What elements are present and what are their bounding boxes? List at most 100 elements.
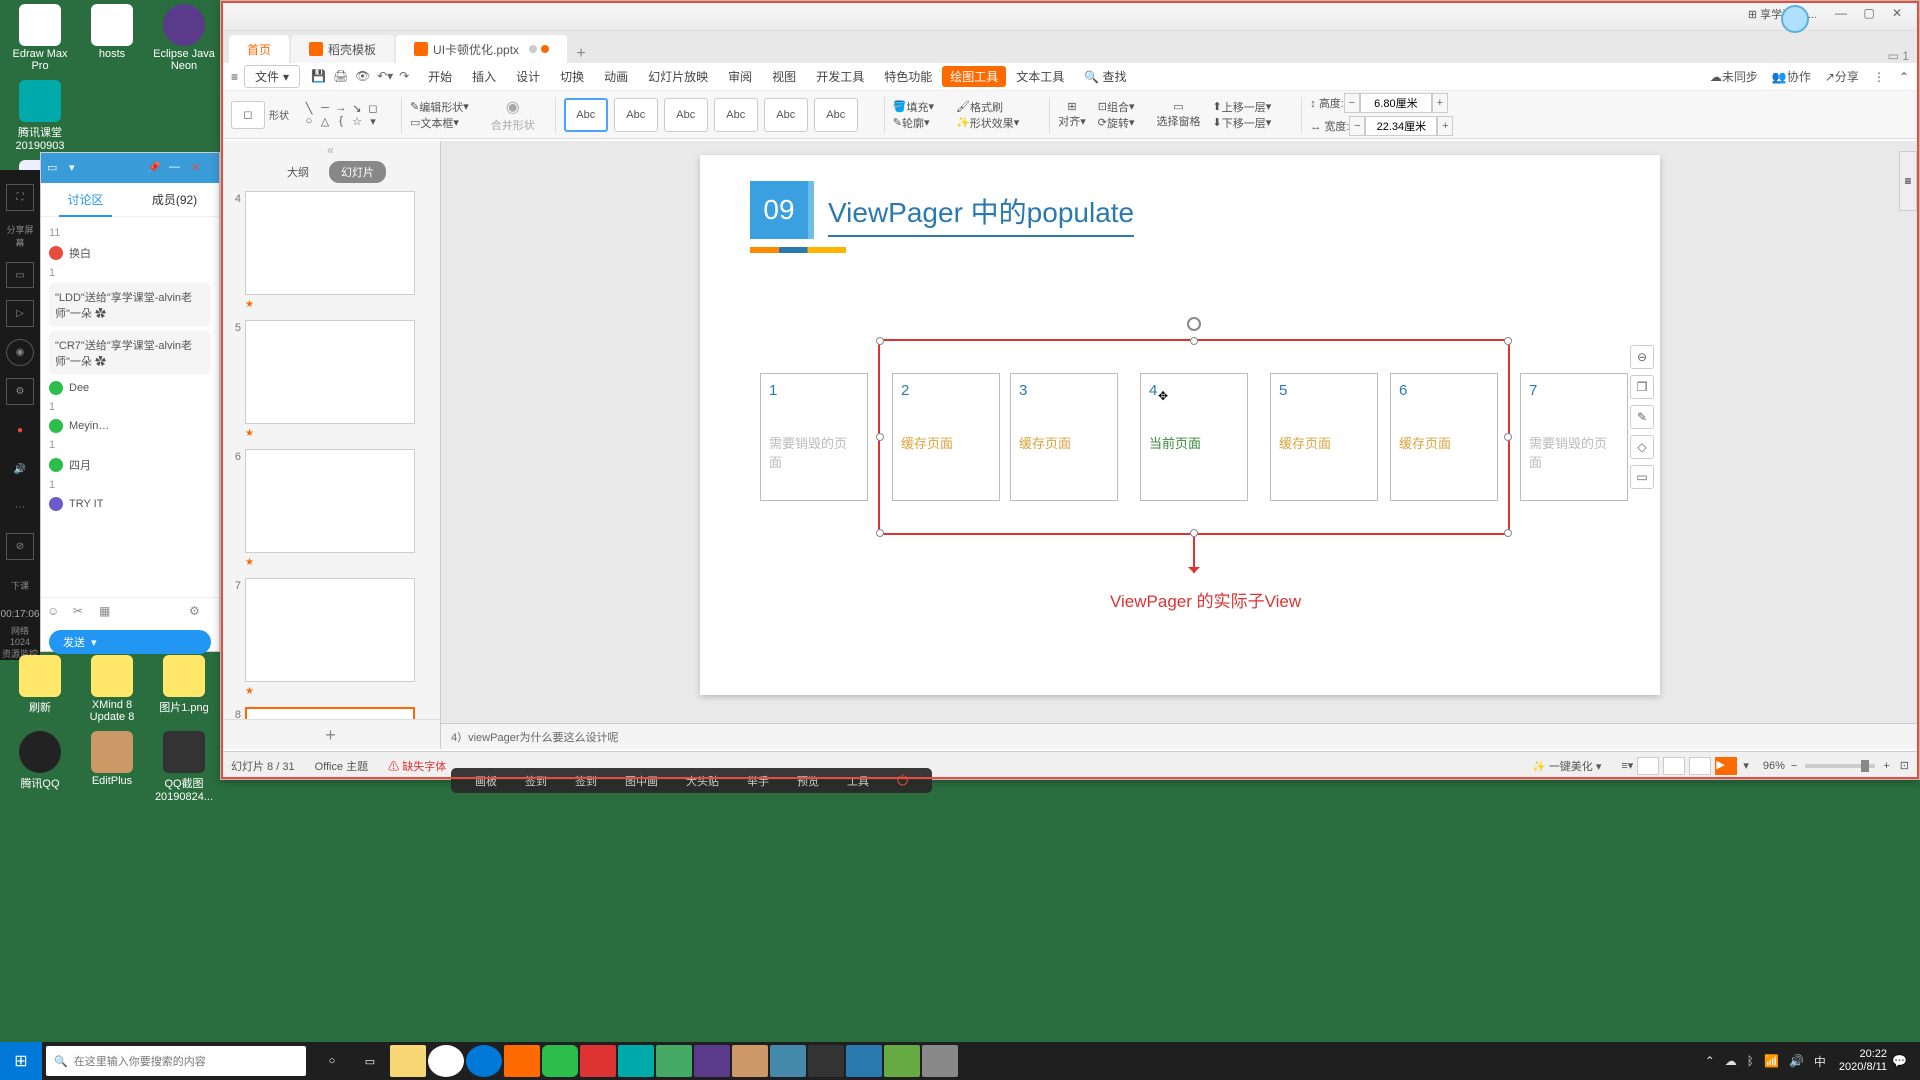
menu-review[interactable]: 审阅 xyxy=(718,68,762,85)
beautify-button[interactable]: ✨ 一键美化 ▾ xyxy=(1532,758,1601,774)
ppt-icon[interactable]: ▭ xyxy=(6,262,34,289)
tab-slides[interactable]: 幻灯片 xyxy=(329,161,386,183)
zoom-in-icon[interactable]: + xyxy=(1883,760,1889,772)
task-app1-icon[interactable] xyxy=(580,1045,616,1077)
task-taskview-icon[interactable]: ▭ xyxy=(352,1045,388,1077)
menu-view[interactable]: 视图 xyxy=(762,68,806,85)
task-app5-icon[interactable] xyxy=(808,1045,844,1077)
resize-handle[interactable] xyxy=(876,337,884,345)
desktop-icon-editplus[interactable]: EditPlus xyxy=(76,731,148,803)
save-icon[interactable]: 💾 xyxy=(311,69,327,85)
missing-font-warning[interactable]: ⚠ 缺失字体 xyxy=(388,758,446,774)
desktop-icon-xmind[interactable]: XMind 8Update 8 xyxy=(76,655,148,723)
thumbnails[interactable]: 4★ 5★ 6★ 7★ 8 9 xyxy=(221,185,440,719)
chat-body[interactable]: 11 换白 1 "LDD"送给"享学课堂-alvin老师"一朵 ✿ "CR7"送… xyxy=(41,217,219,597)
share-button[interactable]: ↗ 分享 xyxy=(1825,68,1859,85)
ftb-sign[interactable]: 签到 xyxy=(511,773,561,789)
tray-cloud-icon[interactable]: ☁ xyxy=(1725,1054,1737,1068)
send-backward-button[interactable]: ⬇ 下移一层 ▾ xyxy=(1213,115,1272,131)
thumb-4[interactable] xyxy=(245,191,415,295)
tab-home[interactable]: 首页 xyxy=(229,35,289,63)
page-card-6[interactable]: 6缓存页面 xyxy=(1390,373,1498,501)
style-preset-6[interactable]: Abc xyxy=(814,98,858,132)
selpane-icon[interactable]: ▭ xyxy=(1173,100,1183,113)
mic-icon[interactable]: ● xyxy=(6,417,34,444)
desktop-icon-tencent[interactable]: 腾讯课堂 20190903 xyxy=(4,76,76,156)
minimize-icon[interactable]: — xyxy=(169,161,183,175)
emoji-icon[interactable]: ☺ xyxy=(47,604,63,620)
thumb-8[interactable] xyxy=(245,707,415,719)
desktop-icon-refresh[interactable]: 刷新 xyxy=(4,655,76,723)
tab-outline[interactable]: 大纲 xyxy=(275,161,321,183)
style-preset-4[interactable]: Abc xyxy=(714,98,758,132)
desktop-icon-png[interactable]: 图片1.png xyxy=(148,655,220,723)
add-slide-button[interactable]: + xyxy=(221,719,440,749)
ftb-pic[interactable]: 图中画 xyxy=(611,773,672,789)
zoom-out-icon[interactable]: − xyxy=(1791,760,1797,772)
thumb-5[interactable] xyxy=(245,320,415,424)
slide-canvas[interactable]: 09 ViewPager 中的populate 1需要销毁的页面 xyxy=(700,155,1660,695)
task-app6-icon[interactable] xyxy=(846,1045,882,1077)
tab-template[interactable]: 稻壳模板 xyxy=(291,35,394,63)
format-painter-button[interactable]: 🖌 格式刷 xyxy=(956,99,1003,115)
task-app3-icon[interactable] xyxy=(732,1045,768,1077)
menu-text[interactable]: 文本工具 xyxy=(1006,68,1074,85)
rotate-button[interactable]: ⟳ 旋转 ▾ xyxy=(1098,115,1135,131)
desktop-icon-qq[interactable]: 腾讯QQ xyxy=(4,731,76,803)
height-dec[interactable]: − xyxy=(1344,93,1360,113)
menu-more-icon[interactable]: ⋮ xyxy=(1873,70,1885,84)
close-button[interactable]: ✕ xyxy=(1883,6,1911,26)
menu-file[interactable]: 文件 ▾ xyxy=(244,65,300,88)
menu-find[interactable]: 🔍 查找 xyxy=(1074,68,1136,85)
textbox-button[interactable]: ▭ 文本框 ▾ xyxy=(410,115,459,131)
page-card-7[interactable]: 7需要销毁的页面 xyxy=(1520,373,1628,501)
gear-icon[interactable]: ⚙ xyxy=(189,604,205,620)
menu-trans[interactable]: 切换 xyxy=(550,68,594,85)
desktop-icon-edraw[interactable]: Edraw Max Pro xyxy=(4,0,76,76)
layers-tool-icon[interactable]: ❐ xyxy=(1630,375,1654,399)
caption-text[interactable]: ViewPager 的实际子View xyxy=(1110,587,1301,612)
add-tab-button[interactable]: + xyxy=(569,45,593,63)
thumb-6[interactable] xyxy=(245,449,415,553)
resize-handle[interactable] xyxy=(1504,337,1512,345)
sync-status[interactable]: ☁ 未同步 xyxy=(1710,68,1758,85)
tray-wifi-icon[interactable]: 📶 xyxy=(1764,1054,1779,1068)
scissors-icon[interactable]: ✂ xyxy=(73,604,89,620)
ftb-power-icon[interactable]: ⏻ xyxy=(883,772,922,789)
right-panel-toggle[interactable]: ≡ xyxy=(1899,151,1917,211)
page-card-3[interactable]: 3缓存页面 xyxy=(1010,373,1118,501)
arrow-icon[interactable]: ▾ xyxy=(69,161,83,175)
share-screen-icon[interactable]: ⛶ xyxy=(6,184,34,211)
style-preset-3[interactable]: Abc xyxy=(664,98,708,132)
shape-tool-icon[interactable]: ◇ xyxy=(1630,435,1654,459)
rotate-handle[interactable] xyxy=(1187,317,1201,331)
panel-collapse-icon[interactable]: « xyxy=(221,141,440,159)
task-edge-icon[interactable] xyxy=(466,1045,502,1077)
minus-tool-icon[interactable]: ⊖ xyxy=(1630,345,1654,369)
folder-icon[interactable]: ▭ xyxy=(47,161,61,175)
resize-handle[interactable] xyxy=(1504,529,1512,537)
close-icon[interactable]: ✕ xyxy=(191,161,205,175)
task-tencent-icon[interactable] xyxy=(618,1045,654,1077)
menu-insert[interactable]: 插入 xyxy=(462,68,506,85)
pin-icon[interactable]: 📌 xyxy=(147,161,161,175)
width-input[interactable] xyxy=(1365,116,1437,136)
print-icon[interactable]: 🖨 xyxy=(333,69,349,85)
undo-icon[interactable]: ↶▾ xyxy=(377,69,393,85)
tab-discuss[interactable]: 讨论区 xyxy=(41,183,130,216)
ftb-hand[interactable]: 大头贴 xyxy=(672,773,733,789)
menu-draw[interactable]: 绘图工具 xyxy=(942,66,1006,87)
align-label[interactable]: 对齐▾ xyxy=(1058,113,1086,129)
menu-design[interactable]: 设计 xyxy=(506,68,550,85)
page-card-5[interactable]: 5缓存页面 xyxy=(1270,373,1378,501)
tray-notifications-icon[interactable]: 💬 xyxy=(1892,1054,1907,1068)
tray-chevron-icon[interactable]: ⌃ xyxy=(1705,1054,1715,1068)
stream-toolbar[interactable]: 画板 签到 签到 图中画 大头贴 举手 预览 工具 ⏻ xyxy=(451,768,932,793)
page-card-4[interactable]: 4当前页面 xyxy=(1140,373,1248,501)
maximize-button[interactable]: ▢ xyxy=(1855,6,1883,26)
ftb-preview[interactable]: 预览 xyxy=(783,773,833,789)
tray-ime-icon[interactable]: 中 xyxy=(1814,1053,1826,1070)
outline-button[interactable]: ✎ 轮廓 ▾ xyxy=(893,115,930,131)
zoom-slider[interactable] xyxy=(1805,764,1875,768)
more-icon[interactable]: ⋯ xyxy=(6,495,34,522)
